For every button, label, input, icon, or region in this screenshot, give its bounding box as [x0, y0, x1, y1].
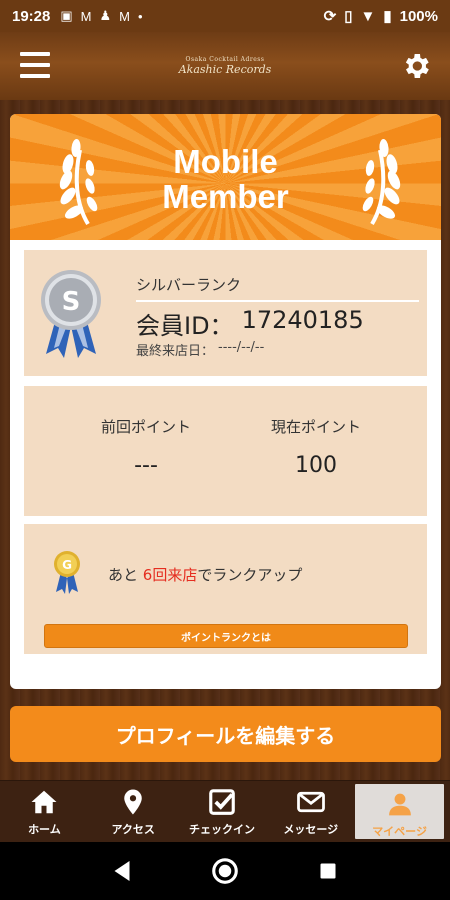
home-circle-icon[interactable]	[210, 856, 240, 886]
tab-mypage[interactable]: マイページ	[355, 784, 444, 839]
person-icon	[388, 793, 411, 816]
status-bar: 19:28 ▣ M ♟ M • ⟳ ▯ ▼ ▮ 100%	[0, 0, 450, 32]
rank-name: シルバーランク	[136, 276, 242, 294]
gmail-icon-2: M	[119, 8, 131, 24]
points-panel: 前回ポイント --- 現在ポイント 100	[24, 386, 427, 516]
tab-label: ホーム	[28, 823, 61, 836]
member-id-value: 17240185	[241, 306, 364, 334]
rank-up-message: あと 6回来店でランクアップ	[108, 564, 302, 585]
tab-label: アクセス	[111, 823, 155, 836]
gold-medal-letter: G	[62, 558, 72, 572]
last-visit: 最終来店日： ----/--/--	[136, 340, 264, 359]
sync-icon: ⟳	[323, 8, 337, 25]
silver-rank-medal-icon: S	[41, 270, 101, 358]
checkbox-icon	[209, 789, 235, 815]
divider	[136, 300, 419, 302]
battery-icon: ▮	[383, 8, 392, 25]
chess-pawn-icon: ♟	[99, 8, 112, 23]
hamburger-icon-bar	[20, 63, 50, 67]
medal-letter: S	[62, 287, 81, 317]
previous-points: 前回ポイント ---	[71, 416, 221, 478]
settings-gear-icon[interactable]	[400, 50, 432, 82]
mail-icon	[296, 791, 325, 813]
gmail-icon: M	[80, 8, 92, 24]
current-points-value: 100	[295, 453, 337, 478]
hamburger-icon-bar	[20, 74, 50, 78]
tab-message[interactable]: メッセージ	[266, 781, 355, 842]
tab-access[interactable]: アクセス	[89, 781, 178, 842]
vibrate-icon: ▯	[344, 8, 353, 25]
previous-points-label: 前回ポイント	[100, 418, 191, 436]
member-card: Mobile Member S シルバーランク 会員ID： 17240185 最…	[10, 114, 441, 689]
last-visit-label: 最終来店日：	[136, 344, 215, 359]
current-points: 現在ポイント 100	[241, 416, 391, 478]
wifi-icon: ▼	[360, 7, 376, 25]
tab-checkin[interactable]: チェックイン	[178, 781, 267, 842]
dot-icon: •	[138, 8, 143, 24]
back-icon[interactable]	[107, 856, 137, 886]
map-pin-icon	[124, 789, 142, 815]
current-points-label: 現在ポイント	[270, 418, 361, 436]
rank-panel: S シルバーランク 会員ID： 17240185 最終来店日： ----/--/-…	[24, 250, 427, 376]
battery-percent: 100%	[399, 7, 438, 25]
image-icon: ▣	[60, 8, 73, 23]
recents-icon[interactable]	[313, 856, 343, 886]
app-header: Osaka Cocktail Adress Akashic Records	[0, 32, 450, 100]
rank-up-suffix: でランクアップ	[197, 566, 303, 584]
tab-label: マイページ	[372, 825, 427, 838]
member-id-label: 会員ID：	[136, 312, 234, 340]
bottom-tab-bar: ホーム アクセス チェックイン メッセージ マイページ	[0, 780, 450, 842]
rank-up-visits: 6回来店	[142, 566, 198, 584]
tab-label: チェックイン	[188, 823, 255, 836]
next-rank-panel: G あと 6回来店でランクアップ ポイントランクとは	[24, 524, 427, 654]
previous-points-value: ---	[134, 453, 158, 478]
clock: 19:28	[12, 7, 51, 25]
edit-profile-button[interactable]: プロフィールを編集する	[10, 706, 441, 762]
point-rank-info-button[interactable]: ポイントランクとは	[44, 624, 408, 648]
gold-rank-medal-icon: G	[54, 551, 80, 594]
mobile-member-banner: Mobile Member	[10, 114, 441, 240]
member-id: 会員ID： 17240185	[136, 306, 364, 341]
rank-up-prefix: あと	[108, 566, 139, 584]
hamburger-icon-bar	[20, 52, 50, 56]
home-icon	[31, 790, 57, 814]
tab-label: メッセージ	[283, 823, 339, 836]
menu-button[interactable]	[20, 52, 50, 78]
app-logo: Osaka Cocktail Adress Akashic Records	[178, 57, 272, 76]
laurel-icon	[362, 139, 401, 226]
last-visit-value: ----/--/--	[218, 340, 265, 355]
system-nav-bar	[0, 842, 450, 900]
tab-home[interactable]: ホーム	[0, 781, 89, 842]
logo-title: Akashic Records	[178, 63, 272, 76]
